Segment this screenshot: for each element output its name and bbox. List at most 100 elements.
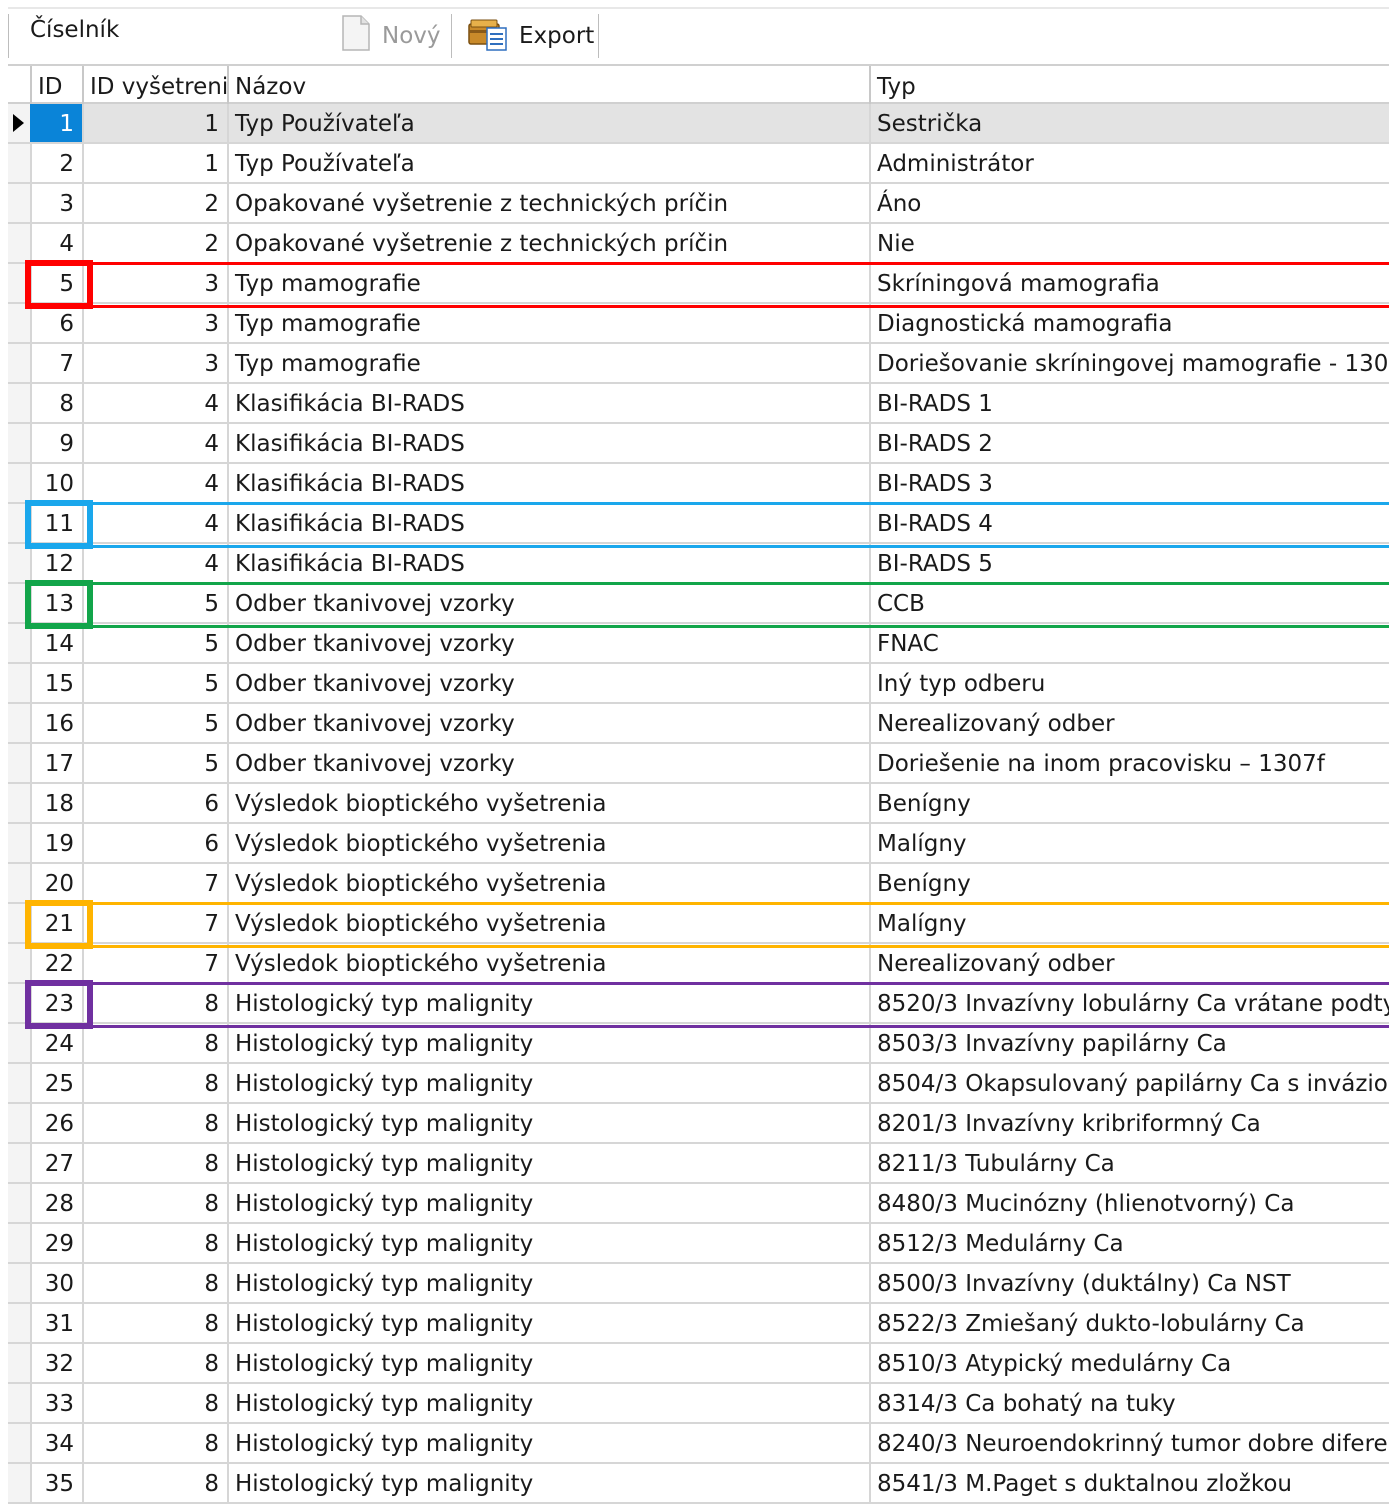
cell-name[interactable]: Histologický typ malignity: [227, 1224, 869, 1262]
cell-id[interactable]: 20: [30, 864, 82, 902]
cell-exam-id[interactable]: 8: [82, 1424, 227, 1462]
cell-id[interactable]: 1: [30, 104, 82, 142]
row-header[interactable]: [8, 224, 30, 262]
cell-type[interactable]: Iný typ odberu: [869, 664, 1389, 702]
cell-name[interactable]: Odber tkanivovej vzorky: [227, 664, 869, 702]
table-row[interactable]: 12 4 Klasifikácia BI-RADS BI-RADS 5: [8, 544, 1389, 584]
cell-name[interactable]: Klasifikácia BI-RADS: [227, 544, 869, 582]
cell-exam-id[interactable]: 4: [82, 544, 227, 582]
row-header[interactable]: [8, 824, 30, 862]
cell-name[interactable]: Histologický typ malignity: [227, 1464, 869, 1502]
cell-name[interactable]: Typ mamografie: [227, 304, 869, 342]
table-row[interactable]: 2 1 Typ Používateľa Administrátor: [8, 144, 1389, 184]
cell-id[interactable]: 16: [30, 704, 82, 742]
table-row[interactable]: 25 8 Histologický typ malignity 8504/3 Okap…: [8, 1064, 1389, 1104]
row-header[interactable]: [8, 1424, 30, 1462]
table-row[interactable]: 27 8 Histologický typ malignity 8211/3 Tubu…: [8, 1144, 1389, 1184]
cell-exam-id[interactable]: 3: [82, 304, 227, 342]
table-row[interactable]: 7 3 Typ mamografie Doriešovanie skríningove…: [8, 344, 1389, 384]
row-header[interactable]: [8, 344, 30, 382]
cell-exam-id[interactable]: 2: [82, 224, 227, 262]
cell-name[interactable]: Klasifikácia BI-RADS: [227, 464, 869, 502]
table-row[interactable]: 19 6 Výsledok bioptického vyšetrenia Malígn…: [8, 824, 1389, 864]
row-header[interactable]: [8, 184, 30, 222]
row-header[interactable]: [8, 1464, 30, 1502]
cell-type[interactable]: Áno: [869, 184, 1389, 222]
cell-type[interactable]: 8314/3 Ca bohatý na tuky: [869, 1384, 1389, 1422]
column-header-type[interactable]: Typ: [869, 66, 1389, 104]
cell-type[interactable]: 8510/3 Atypický medulárny Ca: [869, 1344, 1389, 1382]
table-row[interactable]: 11 4 Klasifikácia BI-RADS BI-RADS 4: [8, 504, 1389, 544]
cell-exam-id[interactable]: 8: [82, 1464, 227, 1502]
cell-name[interactable]: Histologický typ malignity: [227, 1144, 869, 1182]
row-header[interactable]: [8, 744, 30, 782]
cell-exam-id[interactable]: 5: [82, 704, 227, 742]
cell-type[interactable]: Doriešenie na inom pracovisku – 1307f: [869, 744, 1389, 782]
row-header[interactable]: [8, 384, 30, 422]
cell-exam-id[interactable]: 1: [82, 104, 227, 142]
cell-name[interactable]: Histologický typ malignity: [227, 1064, 869, 1102]
cell-id[interactable]: 35: [30, 1464, 82, 1502]
cell-name[interactable]: Histologický typ malignity: [227, 1104, 869, 1142]
cell-type[interactable]: Nerealizovaný odber: [869, 944, 1389, 982]
cell-name[interactable]: Histologický typ malignity: [227, 1184, 869, 1222]
cell-exam-id[interactable]: 8: [82, 1144, 227, 1182]
cell-id[interactable]: 3: [30, 184, 82, 222]
cell-id[interactable]: 34: [30, 1424, 82, 1462]
cell-id[interactable]: 8: [30, 384, 82, 422]
export-button[interactable]: Export: [467, 14, 594, 58]
row-header[interactable]: [8, 1384, 30, 1422]
cell-type[interactable]: Doriešovanie skríningovej mamografie - 1…: [869, 344, 1389, 382]
cell-name[interactable]: Odber tkanivovej vzorky: [227, 584, 869, 622]
table-row[interactable]: 20 7 Výsledok bioptického vyšetrenia Benígn…: [8, 864, 1389, 904]
table-row[interactable]: 6 3 Typ mamografie Diagnostická mamografia: [8, 304, 1389, 344]
cell-exam-id[interactable]: 8: [82, 1104, 227, 1142]
table-row[interactable]: 21 7 Výsledok bioptického vyšetrenia Malígn…: [8, 904, 1389, 944]
cell-type[interactable]: Nie: [869, 224, 1389, 262]
cell-exam-id[interactable]: 3: [82, 264, 227, 302]
table-row[interactable]: 26 8 Histologický typ malignity 8201/3 Inva…: [8, 1104, 1389, 1144]
cell-id[interactable]: 18: [30, 784, 82, 822]
cell-exam-id[interactable]: 5: [82, 664, 227, 702]
cell-id[interactable]: 14: [30, 624, 82, 662]
cell-name[interactable]: Histologický typ malignity: [227, 1384, 869, 1422]
cell-name[interactable]: Výsledok bioptického vyšetrenia: [227, 944, 869, 982]
cell-exam-id[interactable]: 8: [82, 1304, 227, 1342]
row-header[interactable]: [8, 104, 30, 142]
cell-id[interactable]: 7: [30, 344, 82, 382]
table-row[interactable]: 33 8 Histologický typ malignity 8314/3 Ca b…: [8, 1384, 1389, 1424]
cell-id[interactable]: 28: [30, 1184, 82, 1222]
table-row[interactable]: 16 5 Odber tkanivovej vzorky Nerealizovaný …: [8, 704, 1389, 744]
cell-type[interactable]: 8480/3 Mucinózny (hlienotvorný) Ca: [869, 1184, 1389, 1222]
row-header[interactable]: [8, 1344, 30, 1382]
cell-name[interactable]: Typ mamografie: [227, 344, 869, 382]
cell-name[interactable]: Odber tkanivovej vzorky: [227, 704, 869, 742]
cell-name[interactable]: Výsledok bioptického vyšetrenia: [227, 824, 869, 862]
cell-id[interactable]: 2: [30, 144, 82, 182]
cell-type[interactable]: Sestrička: [869, 104, 1389, 142]
table-row[interactable]: 34 8 Histologický typ malignity 8240/3 Neur…: [8, 1424, 1389, 1464]
table-row[interactable]: 24 8 Histologický typ malignity 8503/3 Inva…: [8, 1024, 1389, 1064]
cell-id[interactable]: 26: [30, 1104, 82, 1142]
cell-name[interactable]: Klasifikácia BI-RADS: [227, 384, 869, 422]
row-header[interactable]: [8, 1184, 30, 1222]
row-header[interactable]: [8, 1224, 30, 1262]
table-row[interactable]: 17 5 Odber tkanivovej vzorky Doriešenie na …: [8, 744, 1389, 784]
row-header[interactable]: [8, 304, 30, 342]
row-header[interactable]: [8, 464, 30, 502]
cell-name[interactable]: Opakované vyšetrenie z technických príči…: [227, 184, 869, 222]
table-row[interactable]: 5 3 Typ mamografie Skríningová mamografia: [8, 264, 1389, 304]
cell-name[interactable]: Klasifikácia BI-RADS: [227, 424, 869, 462]
cell-type[interactable]: 8240/3 Neuroendokrinný tumor dobre difer…: [869, 1424, 1389, 1462]
cell-type[interactable]: Malígny: [869, 904, 1389, 942]
cell-exam-id[interactable]: 8: [82, 1064, 227, 1102]
cell-name[interactable]: Typ mamografie: [227, 264, 869, 302]
table-row[interactable]: 10 4 Klasifikácia BI-RADS BI-RADS 3: [8, 464, 1389, 504]
table-row[interactable]: 32 8 Histologický typ malignity 8510/3 Atyp…: [8, 1344, 1389, 1384]
cell-id[interactable]: 32: [30, 1344, 82, 1382]
table-row[interactable]: 14 5 Odber tkanivovej vzorky FNAC: [8, 624, 1389, 664]
cell-exam-id[interactable]: 4: [82, 464, 227, 502]
cell-type[interactable]: BI-RADS 3: [869, 464, 1389, 502]
table-row[interactable]: 28 8 Histologický typ malignity 8480/3 Muci…: [8, 1184, 1389, 1224]
row-header[interactable]: [8, 1024, 30, 1062]
